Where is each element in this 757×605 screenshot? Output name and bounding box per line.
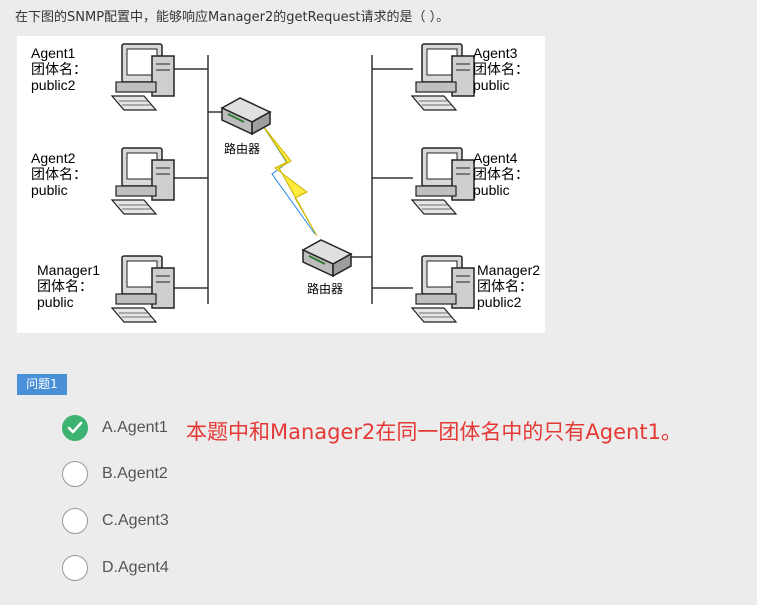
manager2-label: Manager2 团体名： public2 [477,262,540,310]
agent4-name: Agent4 [473,150,518,166]
router-label-bottom: 路由器 [307,282,344,296]
question-text: 在下图的SNMP配置中，能够响应Manager2的getRequest请求的是（… [15,10,450,25]
agent1-name: Agent1 [31,45,76,61]
question-tag: 问题1 [17,374,67,395]
option-c-radio[interactable] [62,508,88,534]
manager2-community-label: 团体名： [477,278,533,294]
network-diagram: Agent1 团体名： public2 Agent2 团体名： public M… [17,36,545,333]
answer-note: 本题中和Manager2在同一团体名中的只有Agent1。 [186,420,682,444]
agent2-community-label: 团体名： [31,166,87,182]
option-d-label: D.Agent4 [102,559,169,576]
check-icon [67,421,83,434]
manager1-community-label: 团体名： [37,278,93,294]
agent1-community-label: 团体名： [31,61,87,77]
manager2-community: public2 [477,294,522,310]
agent3-community: public [473,77,510,93]
option-b-label: B.Agent2 [102,465,168,482]
manager1-community: public [37,294,74,310]
agent4-label: Agent4 团体名： public [473,150,529,198]
agent3-name: Agent3 [473,45,518,61]
option-b-radio[interactable] [62,461,88,487]
router-label-top: 路由器 [224,142,261,156]
option-c-label: C.Agent3 [102,512,169,529]
option-d-radio[interactable] [62,555,88,581]
agent3-label: Agent3 团体名： public [473,45,529,93]
agent2-label: Agent2 团体名： public [31,150,87,198]
agent3-community-label: 团体名： [473,61,529,77]
agent2-community: public [31,182,68,198]
agent4-community-label: 团体名： [473,166,529,182]
manager1-name: Manager1 [37,262,101,278]
manager1-label: Manager1 团体名： public [37,262,100,310]
option-a-radio[interactable] [62,415,88,441]
option-a-label: A.Agent1 [102,419,168,436]
manager2-name: Manager2 [477,262,541,278]
agent1-label: Agent1 团体名： public2 [31,45,87,93]
agent1-community: public2 [31,77,76,93]
agent2-name: Agent2 [31,150,76,166]
agent4-community: public [473,182,510,198]
